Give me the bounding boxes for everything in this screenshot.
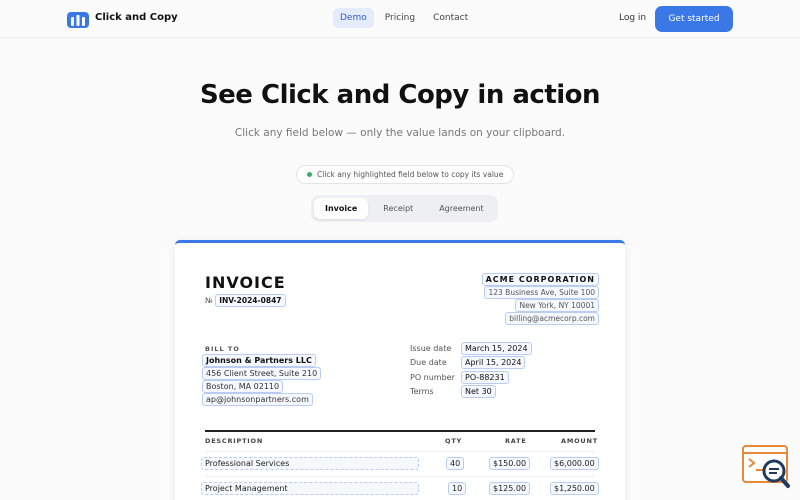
site-header: Click and Copy Demo Pricing Contact Log …	[0, 0, 800, 38]
get-started-button[interactable]: Get started	[655, 6, 733, 32]
brand-name[interactable]: Click and Copy	[95, 12, 178, 23]
document-tabs: Invoice Receipt Agreement	[311, 195, 498, 222]
invoice-meta: Issue date March 15, 2024 Due date April…	[410, 341, 532, 399]
item-amount-field[interactable]: $6,000.00	[550, 457, 599, 470]
client-name-field[interactable]: Johnson & Partners LLC	[202, 354, 316, 367]
number-prefix: №	[205, 296, 213, 305]
company-address1-field[interactable]: 123 Business Ave, Suite 100	[484, 286, 599, 299]
meta-row: Terms Net 30	[410, 385, 532, 400]
nav-pricing[interactable]: Pricing	[378, 8, 422, 28]
nav-contact[interactable]: Contact	[426, 8, 475, 28]
table-row: Project Management 10 $125.00 $1,250.00	[201, 482, 599, 498]
table-divider	[205, 430, 595, 432]
hero-title: See Click and Copy in action	[199, 80, 601, 110]
status-dot-icon	[307, 172, 312, 177]
main-nav: Demo Pricing Contact	[333, 8, 475, 28]
bill-to-label: BILL TO	[205, 345, 240, 353]
column-header-description: DESCRIPTION	[205, 437, 264, 445]
terms-field[interactable]: Net 30	[461, 385, 496, 399]
invoice-card: INVOICE № INV-2024-0847 ACME CORPORATION…	[175, 240, 625, 500]
client-address2-field[interactable]: Boston, MA 02110	[202, 380, 284, 393]
client-email-field[interactable]: ap@johnsonpartners.com	[202, 393, 313, 406]
item-qty-field[interactable]: 40	[446, 457, 465, 470]
column-header-rate: RATE	[505, 437, 527, 445]
due-date-field[interactable]: April 15, 2024	[461, 356, 526, 370]
item-qty-field[interactable]: 10	[448, 482, 467, 495]
tab-agreement[interactable]: Agreement	[428, 198, 494, 219]
copy-search-widget-icon[interactable]	[740, 444, 792, 490]
column-header-amount: AMOUNT	[561, 437, 598, 445]
meta-row: Due date April 15, 2024	[410, 356, 532, 371]
client-address1-field[interactable]: 456 Client Street, Suite 210	[202, 367, 322, 380]
po-number-field[interactable]: PO-88231	[461, 370, 509, 384]
meta-label: Due date	[410, 358, 447, 368]
issue-date-field[interactable]: March 15, 2024	[461, 341, 532, 355]
meta-label: PO number	[410, 372, 455, 382]
hint-text: Click any highlighted field below to cop…	[317, 170, 504, 179]
tab-invoice[interactable]: Invoice	[314, 198, 369, 219]
meta-label: Issue date	[410, 343, 452, 353]
item-description-field[interactable]: Project Management	[201, 482, 419, 495]
item-rate-field[interactable]: $150.00	[489, 457, 531, 470]
login-link[interactable]: Log in	[619, 13, 646, 23]
company-name-field[interactable]: ACME CORPORATION	[481, 273, 599, 286]
item-rate-field[interactable]: $125.00	[489, 482, 531, 495]
hint-pill: Click any highlighted field below to cop…	[296, 165, 515, 184]
company-block: ACME CORPORATION 123 Business Ave, Suite…	[481, 273, 599, 325]
brand-logo-icon[interactable]	[67, 10, 89, 28]
company-email-field[interactable]: billing@acmecorp.com	[505, 312, 599, 325]
table-row: Professional Services 40 $150.00 $6,000.…	[201, 457, 599, 473]
meta-row: Issue date March 15, 2024	[410, 341, 532, 356]
column-header-qty: QTY	[445, 437, 463, 445]
meta-label: Terms	[410, 387, 434, 397]
bill-to-block: Johnson & Partners LLC 456 Client Street…	[202, 354, 322, 406]
row-divider	[205, 476, 595, 477]
invoice-number-field[interactable]: INV-2024-0847	[215, 294, 286, 307]
invoice-number-line: № INV-2024-0847	[205, 294, 286, 307]
invoice-title: INVOICE	[205, 273, 286, 292]
meta-row: PO number PO-88231	[410, 370, 532, 385]
tab-receipt[interactable]: Receipt	[372, 198, 424, 219]
item-description-field[interactable]: Professional Services	[201, 457, 419, 470]
company-address2-field[interactable]: New York, NY 10001	[515, 299, 599, 312]
item-amount-field[interactable]: $1,250.00	[550, 482, 599, 495]
hero-subtitle: Click any field below — only the value l…	[234, 127, 566, 139]
row-divider	[205, 451, 595, 452]
nav-demo[interactable]: Demo	[333, 8, 374, 28]
